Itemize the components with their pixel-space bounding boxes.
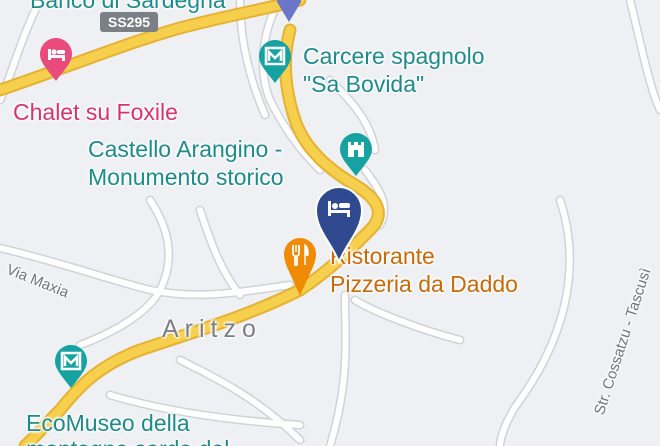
location-pin-icon[interactable] — [274, 0, 304, 24]
place-label-carcere-2[interactable]: "Sa Bovida" — [303, 71, 424, 97]
place-label-ecomuseo-2[interactable]: montagna sarda del — [26, 436, 229, 446]
place-label-castello-1[interactable]: Castello Arangino - — [88, 136, 282, 162]
place-label-ristorante-2[interactable]: Pizzeria da Daddo — [330, 271, 518, 297]
place-label-carcere-1[interactable]: Carcere spagnolo — [303, 43, 485, 69]
place-label-castello-2[interactable]: Monumento storico — [88, 164, 284, 190]
place-label-chalet[interactable]: Chalet su Foxile — [13, 99, 178, 125]
hotel-pin-icon[interactable] — [313, 186, 365, 264]
map-canvas[interactable]: Banco di Sardegna SS295 Chalet su Foxile… — [0, 0, 660, 446]
hotel-icon[interactable] — [38, 38, 74, 82]
museum-icon[interactable] — [257, 40, 293, 84]
castle-icon[interactable] — [338, 133, 374, 177]
town-label: Aritzo — [162, 315, 262, 343]
museum-icon-ecomuseo[interactable] — [53, 345, 89, 389]
place-label-ecomuseo-1[interactable]: EcoMuseo della — [26, 410, 190, 436]
route-shield: SS295 — [100, 12, 159, 32]
